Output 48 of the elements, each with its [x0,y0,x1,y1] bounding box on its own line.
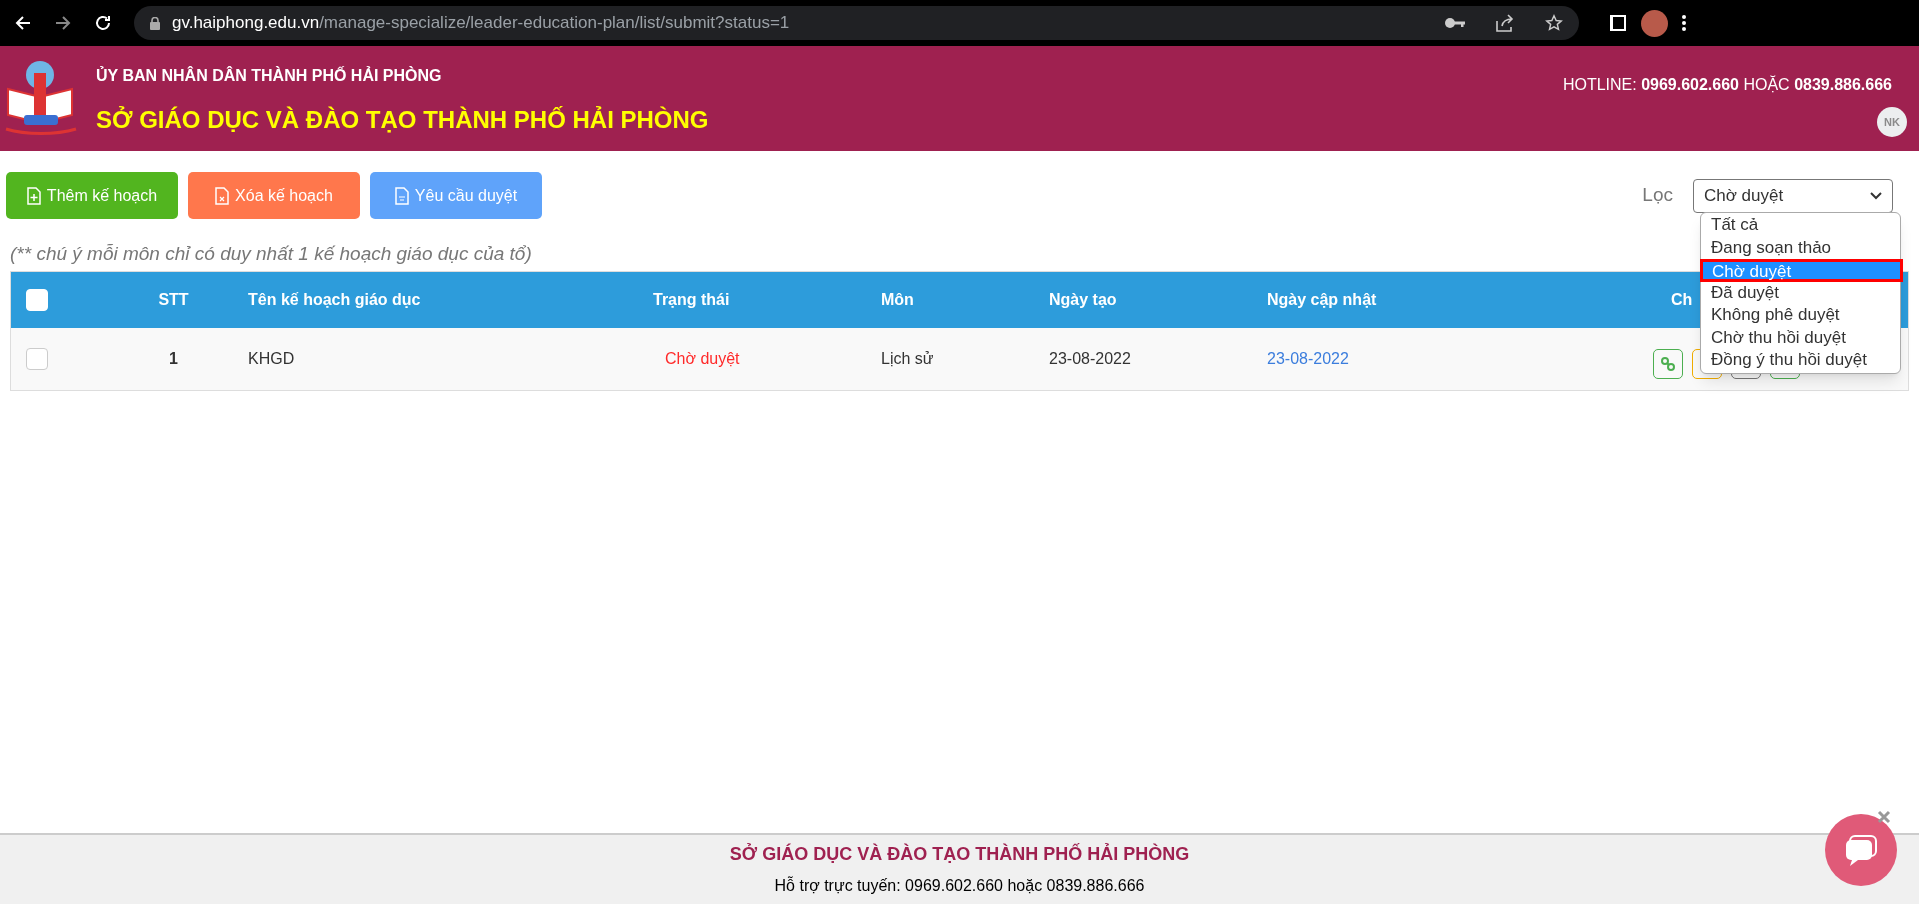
note-text: (** chú ý mỗi môn chỉ có duy nhất 1 kế hoạch giáo dục của tổ) [10,242,532,266]
file-icon [394,186,409,205]
column-header: Môn [881,289,914,310]
chevron-down-icon [1870,191,1882,200]
link-button[interactable] [1653,348,1683,379]
url-text: gv.haiphong.edu.vn/manage-specialize/leader-education-plan/list/submit?status=1 [172,12,790,35]
dropdown-option[interactable]: Đã duyệt [1701,281,1900,304]
address-bar[interactable]: gv.haiphong.edu.vn/manage-specialize/leader-education-plan/list/submit?status=1 [134,6,1579,40]
filter-label: Lọc [1642,183,1673,208]
column-header: Ch [1671,289,1693,310]
dropdown-option[interactable]: Chờ thu hồi duyệt [1701,326,1900,349]
profile-avatar[interactable] [1641,9,1668,37]
footer-title: SỞ GIÁO DỤC VÀ ĐÀO TẠO THÀNH PHỐ HẢI PHÒNG [729,842,1190,866]
table-cell-text: KHGD [248,348,295,369]
close-icon[interactable] [1877,810,1891,824]
back-icon[interactable] [14,14,32,32]
dropdown-option[interactable]: Đồng ý thu hồi duyệt [1701,349,1900,372]
menu-icon[interactable] [1682,14,1686,32]
footer-support-text: Hỗ trợ trực tuyến: 0969.602.660 hoặc 0839.886.666 [774,875,1145,896]
column-header: Tên kế hoạch giáo dục [248,289,421,310]
column-header: Ngày tạo [1049,289,1117,310]
key-icon[interactable] [1445,17,1465,29]
reload-icon[interactable] [94,14,112,32]
side-panel-icon[interactable] [1609,14,1627,32]
chat-icon [1844,834,1878,866]
dropdown-option[interactable]: Không phê duyệt [1701,304,1900,327]
lock-icon [150,16,160,30]
column-header: Trạng thái [653,289,730,310]
star-icon[interactable] [1545,14,1563,32]
checkbox[interactable] [26,347,48,370]
table-cell-text: 23-08-2022 [1267,348,1349,369]
forward-icon[interactable] [54,14,72,32]
column-header: STT [158,289,189,310]
file-x-icon [215,186,230,205]
link-icon [1661,356,1675,371]
table-cell-text: Chờ duyệt [665,348,740,369]
dropdown-option[interactable]: Đang soạn thảo [1701,236,1900,259]
dropdown-option[interactable]: Tất cả [1701,214,1900,237]
filter-select[interactable]: Chờ duyệt [1693,178,1893,213]
table-cell-text: 23-08-2022 [1049,348,1131,369]
site-title: SỞ GIÁO DỤC VÀ ĐÀO TẠO THÀNH PHỐ HẢI PHÒNG [96,104,709,135]
share-icon[interactable] [1495,13,1515,33]
table-cell-text: Lịch sử [881,348,934,369]
organization-name: ỦY BAN NHÂN DÂN THÀNH PHỐ HẢI PHÒNG [96,65,443,86]
hotline-text: HOTLINE: 0969.602.660 HOẶC 0839.886.666 [1562,74,1892,95]
column-header: Ngày cập nhật [1267,289,1377,310]
table-cell-text: 1 [169,348,178,369]
file-plus-icon [26,186,41,205]
